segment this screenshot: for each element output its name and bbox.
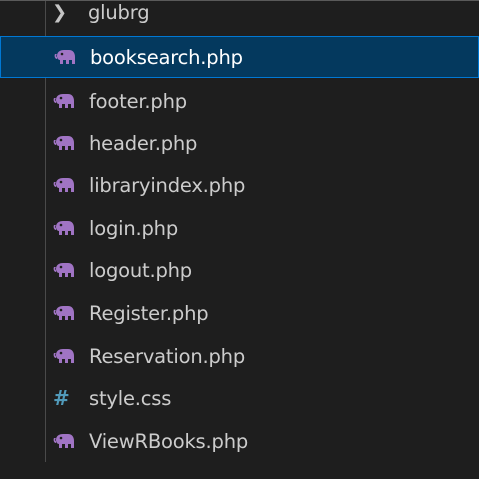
file-item-libraryindex[interactable]: libraryindex.php <box>0 164 479 206</box>
file-item-booksearch[interactable]: booksearch.php <box>0 36 479 78</box>
css-hash-icon: # <box>53 388 89 408</box>
php-elephant-icon <box>53 177 89 193</box>
php-elephant-icon <box>53 305 89 321</box>
php-elephant-icon <box>53 348 89 364</box>
folder-item-glubrg[interactable]: ❯ glubrg <box>0 0 479 33</box>
file-item-register[interactable]: Register.php <box>0 292 479 334</box>
file-label: libraryindex.php <box>89 173 246 197</box>
file-item-viewrbooks[interactable]: ViewRBooks.php <box>0 420 479 462</box>
file-item-logout[interactable]: logout.php <box>0 249 479 291</box>
file-label: logout.php <box>89 258 192 282</box>
php-elephant-icon <box>53 433 89 449</box>
file-label: header.php <box>89 131 198 155</box>
chevron-right-icon[interactable]: ❯ <box>52 2 88 23</box>
php-elephant-icon <box>53 220 89 236</box>
file-label: login.php <box>89 216 179 240</box>
folder-label: glubrg <box>88 0 150 24</box>
file-label: footer.php <box>89 89 187 113</box>
file-label: Reservation.php <box>89 344 245 368</box>
file-item-style-css[interactable]: # style.css <box>0 377 479 419</box>
css-hash-glyph: # <box>53 386 70 410</box>
file-item-footer[interactable]: footer.php <box>0 80 479 122</box>
php-elephant-icon <box>54 49 90 65</box>
php-elephant-icon <box>53 93 89 109</box>
file-item-reservation[interactable]: Reservation.php <box>0 335 479 377</box>
php-elephant-icon <box>53 135 89 151</box>
file-label: style.css <box>89 386 172 410</box>
file-explorer: ❯ glubrg booksearch.php footer.php heade… <box>0 0 479 479</box>
php-elephant-icon <box>53 262 89 278</box>
file-label: booksearch.php <box>90 45 243 69</box>
file-item-header[interactable]: header.php <box>0 122 479 164</box>
file-item-login[interactable]: login.php <box>0 207 479 249</box>
file-label: ViewRBooks.php <box>89 429 249 453</box>
file-label: Register.php <box>89 301 209 325</box>
